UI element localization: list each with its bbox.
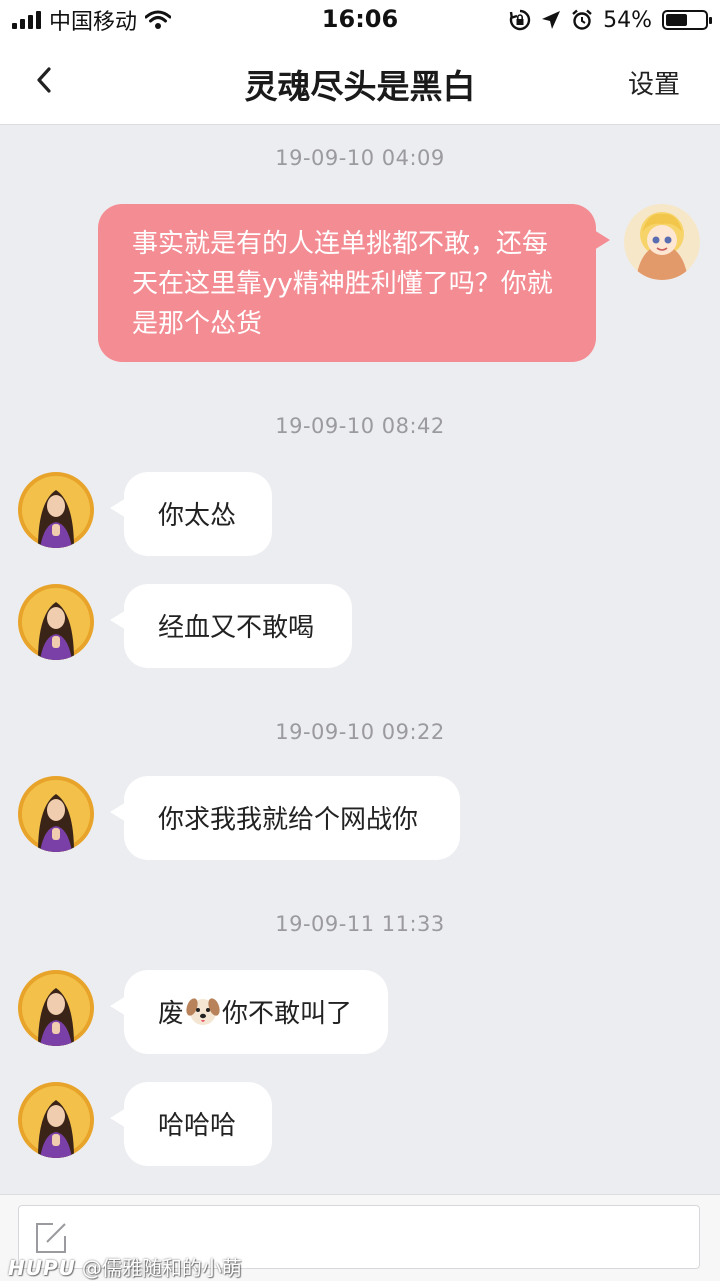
compose-icon[interactable] (33, 1220, 69, 1256)
message-timestamp: 19-09-10 04:09 (275, 146, 445, 170)
message-timestamp: 19-09-10 09:22 (275, 720, 445, 744)
location-icon (542, 11, 561, 29)
dog-face-icon (186, 998, 220, 1025)
status-right: 54% (509, 6, 712, 34)
incoming-message-bubble[interactable]: 你太怂 (110, 472, 272, 556)
message-text: 你求我我就给个网战你 (158, 805, 419, 835)
alarm-icon (572, 9, 592, 30)
message-text: 你太怂 (158, 501, 237, 531)
contact-avatar[interactable] (18, 584, 94, 660)
message-text: 哈哈哈 (158, 1111, 237, 1141)
status-bar: 中国移动 16:06 54% (0, 0, 720, 40)
battery-percent: 54% (603, 7, 652, 33)
battery-icon (662, 10, 712, 30)
settings-button[interactable]: 设置 (628, 64, 680, 101)
outgoing-message-bubble[interactable]: 事实就是有的人连单挑都不敢，还每天在这里靠yy精神胜利懂了吗？你就是那个怂货 (98, 204, 610, 362)
page-title: 灵魂尽头是黑白 (244, 67, 476, 106)
contact-avatar[interactable] (18, 472, 94, 548)
incoming-message-bubble[interactable]: 废 你不敢叫了 (110, 970, 388, 1054)
watermark-text: @儒雅随和的小萌 (81, 1256, 242, 1280)
watermark-brand: HUPU (8, 1256, 76, 1280)
nav-bar: 灵魂尽头是黑白 设置 (0, 40, 720, 125)
message-timestamp: 19-09-10 08:42 (275, 414, 445, 438)
message-text-before-emoji: 废 (158, 999, 185, 1029)
message-text-after-emoji: 你不敢叫了 (222, 999, 353, 1029)
contact-avatar[interactable] (18, 1082, 94, 1158)
contact-avatar[interactable] (18, 970, 94, 1046)
message-timestamp: 19-09-11 11:33 (275, 912, 445, 936)
my-avatar[interactable] (624, 204, 700, 280)
incoming-message-bubble[interactable]: 经血又不敢喝 (110, 584, 352, 668)
incoming-message-bubble[interactable]: 你求我我就给个网战你 (110, 776, 460, 860)
incoming-message-bubble[interactable]: 哈哈哈 (110, 1082, 272, 1166)
chat-message-list[interactable]: 19-09-10 04:09 事实就是有的人连单挑都不敢，还每天在这里靠yy精神… (0, 124, 720, 1194)
contact-avatar[interactable] (18, 776, 94, 852)
rotation-lock-icon (509, 9, 531, 31)
message-text: 经血又不敢喝 (158, 613, 315, 643)
watermark: HUPU @儒雅随和的小萌 (8, 1252, 242, 1281)
message-text: 事实就是有的人连单挑都不敢，还每天在这里靠yy精神胜利懂了吗？你就是那个怂货 (132, 229, 553, 339)
